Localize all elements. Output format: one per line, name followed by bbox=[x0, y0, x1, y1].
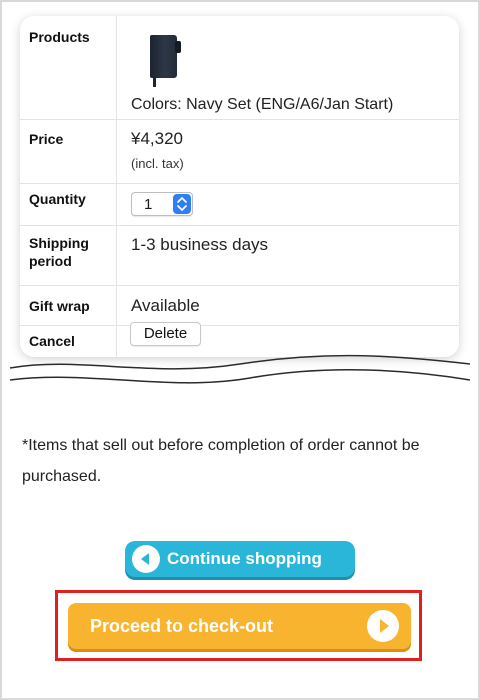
quantity-row: Quantity bbox=[20, 184, 459, 226]
left-arrow-circle-icon bbox=[132, 545, 160, 573]
continue-shopping-button[interactable]: Continue shopping bbox=[125, 541, 355, 577]
price-label: Price bbox=[29, 131, 64, 147]
sold-out-note: *Items that sell out before completion o… bbox=[22, 437, 420, 485]
shipping-label: Shipping period bbox=[29, 235, 89, 269]
price-note: (incl. tax) bbox=[131, 156, 184, 171]
column-divider bbox=[116, 226, 117, 285]
products-label: Products bbox=[29, 29, 90, 45]
gift-wrap-label: Gift wrap bbox=[29, 298, 90, 314]
gift-wrap-row: Gift wrap Available bbox=[20, 286, 459, 326]
quantity-label: Quantity bbox=[29, 191, 86, 207]
bookmark-ribbon bbox=[153, 77, 156, 87]
product-name[interactable]: Colors: Navy Set (ENG/A6/Jan Start) bbox=[131, 96, 393, 114]
quantity-select[interactable]: 1 bbox=[131, 192, 193, 216]
continue-shopping-label: Continue shopping bbox=[167, 549, 322, 568]
shipping-row: Shipping period 1-3 business days bbox=[20, 226, 459, 286]
column-divider bbox=[116, 16, 117, 119]
right-arrow-circle-icon bbox=[367, 610, 399, 642]
column-divider bbox=[116, 120, 117, 183]
notebook-thumbnail[interactable] bbox=[150, 35, 181, 87]
column-divider bbox=[116, 184, 117, 225]
checkout-label: Proceed to check-out bbox=[90, 616, 274, 636]
up-down-chevron-icon[interactable] bbox=[173, 194, 191, 214]
shipping-value: 1-3 business days bbox=[131, 235, 269, 254]
cart-item-card: Products Colors: Navy Set (ENG/A6/Jan St… bbox=[20, 16, 459, 357]
wavy-divider bbox=[9, 354, 471, 384]
price-value: ¥4,320 bbox=[131, 129, 183, 148]
gift-wrap-value: Available bbox=[131, 296, 200, 315]
delete-button[interactable]: Delete bbox=[130, 322, 201, 346]
price-row: Price ¥4,320 (incl. tax) bbox=[20, 120, 459, 184]
cancel-label: Cancel bbox=[29, 333, 75, 349]
checkout-button[interactable]: Proceed to check-out bbox=[68, 603, 411, 649]
notebook-band bbox=[175, 41, 181, 53]
products-row: Products Colors: Navy Set (ENG/A6/Jan St… bbox=[20, 16, 459, 120]
column-divider bbox=[116, 286, 117, 325]
quantity-value: 1 bbox=[144, 196, 153, 213]
